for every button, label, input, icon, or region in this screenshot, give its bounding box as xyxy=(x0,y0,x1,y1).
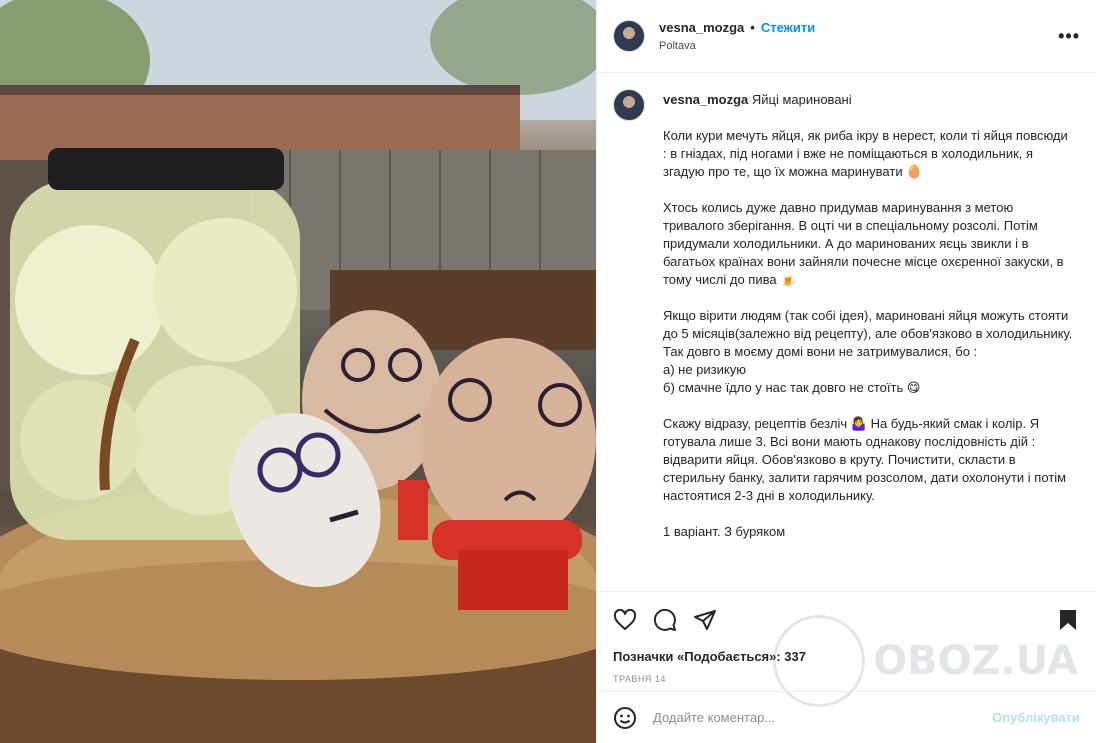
caption-username[interactable]: vesna_mozga xyxy=(663,92,748,107)
username-link[interactable]: vesna_mozga xyxy=(659,20,744,35)
emoji-icon[interactable] xyxy=(613,706,637,730)
more-options-icon[interactable]: ••• xyxy=(1058,26,1080,47)
pickled-eggs-photo xyxy=(0,0,596,743)
comment-bubble-icon[interactable] xyxy=(653,608,677,632)
share-paper-plane-icon[interactable] xyxy=(693,608,717,632)
caption-title: Яйці мариновані xyxy=(751,92,852,107)
comment-input[interactable] xyxy=(653,710,993,725)
publish-button[interactable]: Опублікувати xyxy=(992,710,1080,725)
avatar[interactable] xyxy=(613,20,645,52)
post-header: vesna_mozga • Стежити Poltava ••• xyxy=(597,0,1096,73)
caption-paragraph: Якщо вірити людям (так собі ідея), марин… xyxy=(663,308,1073,395)
comment-bar: Опублікувати xyxy=(597,691,1096,743)
caption-avatar[interactable] xyxy=(613,89,645,121)
location-link[interactable]: Poltava xyxy=(659,40,815,52)
caption-area: vesna_mozga Яйці мариновані Коли кури ме… xyxy=(597,73,1096,591)
follow-button[interactable]: Стежити xyxy=(761,20,815,35)
like-heart-icon[interactable] xyxy=(613,608,637,632)
post-photo[interactable] xyxy=(0,0,596,743)
caption-paragraph: Скажу відразу, рецептів безліч 🤷‍♀️ На б… xyxy=(663,416,1067,503)
post-panel: vesna_mozga • Стежити Poltava ••• vesna_… xyxy=(596,0,1096,743)
caption-paragraph: Коли кури мечуть яйця, як риба ікру в не… xyxy=(663,128,1068,179)
separator-dot: • xyxy=(750,20,755,35)
caption-paragraph: 1 варіант. З буряком xyxy=(663,524,786,539)
caption-paragraph: Хтось колись дуже давно придумав маринув… xyxy=(663,200,1064,287)
watermark-text: OBOZ.UA xyxy=(873,638,1078,684)
